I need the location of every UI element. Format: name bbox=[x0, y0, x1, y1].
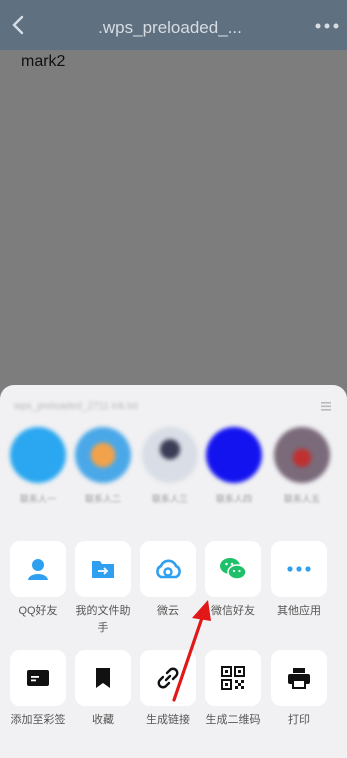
avatar bbox=[75, 427, 131, 483]
tile-box bbox=[205, 541, 261, 597]
contact-name: 联系人三 bbox=[151, 494, 188, 504]
avatar bbox=[142, 427, 198, 483]
tile-label: 打印 bbox=[288, 714, 310, 726]
recent-contact[interactable]: 联系人五 bbox=[272, 427, 332, 507]
wechat-icon bbox=[220, 558, 247, 580]
tile-label: 我的文件助手 bbox=[75, 605, 131, 634]
contact-name: 联系人四 bbox=[215, 494, 252, 504]
annotation-arrow bbox=[172, 600, 211, 702]
tile-label: 其他应用 bbox=[277, 605, 321, 617]
contact-name: 联系人一 bbox=[19, 494, 56, 504]
tile-box bbox=[271, 650, 327, 706]
weiyun-cloud-icon bbox=[156, 559, 181, 579]
action-favorite[interactable]: 收藏 bbox=[75, 650, 131, 729]
document-area: mark2 bbox=[0, 50, 347, 385]
file-transfer-icon bbox=[92, 561, 114, 578]
tile-box bbox=[140, 541, 196, 597]
chevron-left-icon[interactable] bbox=[6, 12, 32, 38]
avatar bbox=[10, 427, 66, 483]
tag-card-icon bbox=[27, 670, 49, 686]
tile-label: QQ好友 bbox=[18, 605, 58, 617]
share-other-apps[interactable]: 其他应用 bbox=[271, 541, 327, 620]
tile-box bbox=[10, 650, 66, 706]
tile-box bbox=[271, 541, 327, 597]
qq-user-icon bbox=[28, 559, 48, 580]
more-dots-icon[interactable] bbox=[315, 18, 339, 34]
recent-contact[interactable]: 联系人四 bbox=[204, 427, 264, 507]
tile-label: 添加至彩签 bbox=[10, 714, 66, 726]
tile-box bbox=[75, 541, 131, 597]
action-add-tag[interactable]: 添加至彩签 bbox=[10, 650, 66, 729]
tile-label: 生成二维码 bbox=[205, 714, 261, 726]
document-text: mark2 bbox=[21, 53, 66, 70]
recent-contact[interactable]: 联系人三 bbox=[140, 427, 200, 507]
share-file-name: wps_preloaded_2711 ink.txt bbox=[14, 401, 138, 412]
tile-label: 生成链接 bbox=[146, 714, 190, 726]
contact-name: 联系人五 bbox=[283, 494, 320, 504]
contact-name: 联系人二 bbox=[84, 494, 121, 504]
bookmark-icon bbox=[96, 668, 110, 688]
printer-icon bbox=[288, 668, 310, 689]
avatar bbox=[206, 427, 262, 483]
qrcode-icon bbox=[221, 666, 245, 690]
share-file-helper[interactable]: 我的文件助手 bbox=[75, 541, 131, 637]
share-qq-friend[interactable]: QQ好友 bbox=[10, 541, 66, 620]
action-print[interactable]: 打印 bbox=[271, 650, 327, 729]
recent-contact[interactable]: 联系人二 bbox=[73, 427, 133, 507]
tile-box bbox=[10, 541, 66, 597]
page-title: .wps_preloaded_... bbox=[98, 18, 242, 37]
more-apps-icon bbox=[287, 566, 311, 572]
recent-contact[interactable]: 联系人一 bbox=[8, 427, 68, 507]
avatar bbox=[274, 427, 330, 483]
recent-contacts: 联系人一 联系人二 联系人三 联系人四 联系人五 bbox=[0, 427, 347, 527]
tile-box bbox=[75, 650, 131, 706]
sheet-options-icon[interactable] bbox=[319, 399, 333, 413]
top-bar: .wps_preloaded_... bbox=[0, 0, 347, 50]
tile-label: 收藏 bbox=[92, 714, 114, 726]
